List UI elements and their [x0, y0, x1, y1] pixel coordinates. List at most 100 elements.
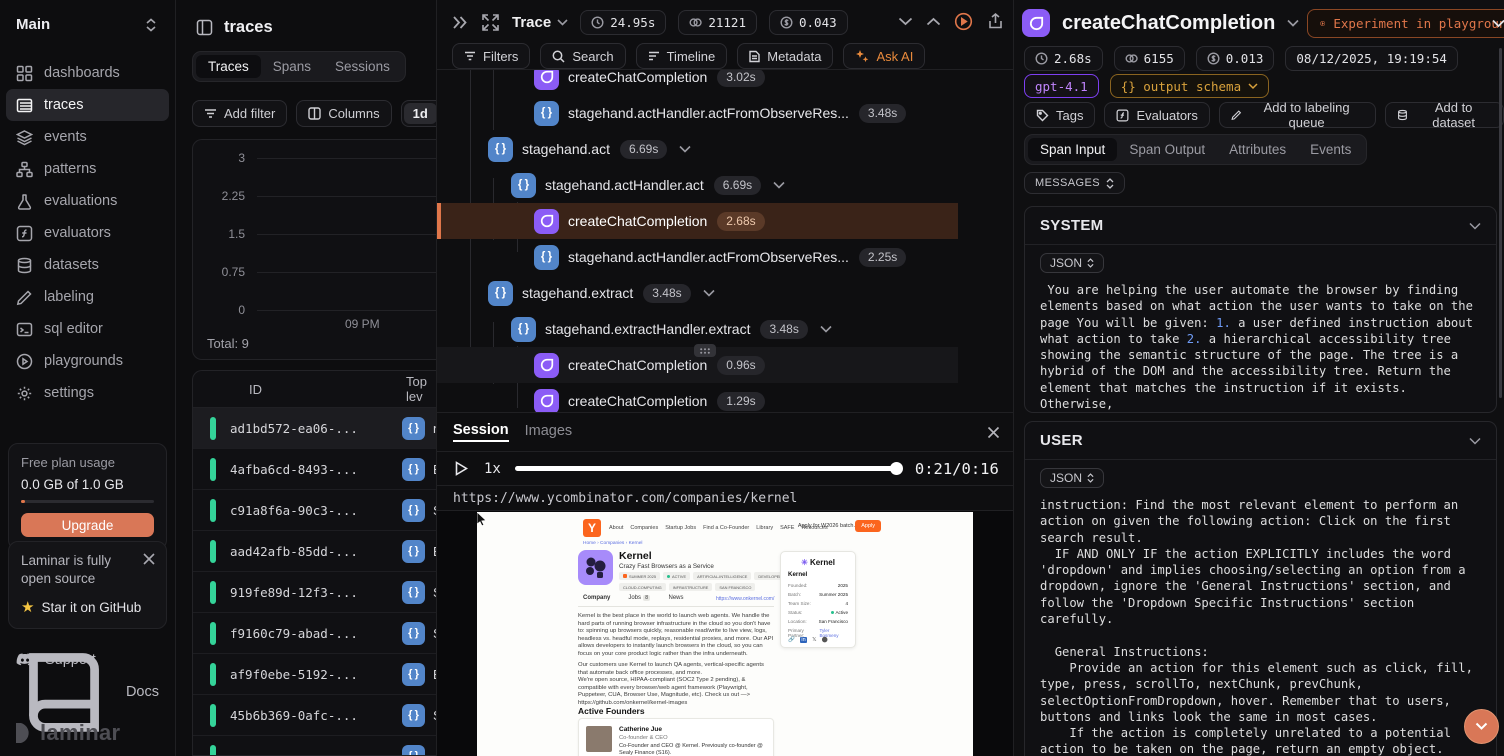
tree-row-actfromobserve[interactable]: { } stagehand.actHandler.actFromObserveR… [437, 95, 958, 131]
expand-icon[interactable] [481, 13, 500, 32]
play-icon[interactable] [455, 461, 468, 476]
tree-row-createchatcompletion-selected[interactable]: createChatCompletion 2.68s [437, 203, 958, 239]
table-row[interactable]: 45b6b369-0afc-... { } S [193, 695, 437, 736]
column-header-id[interactable]: ID [249, 382, 262, 397]
collapse-panel-icon[interactable] [450, 13, 469, 32]
table-row[interactable]: { } [193, 736, 437, 756]
close-icon[interactable] [986, 425, 1001, 440]
tab-traces[interactable]: Traces [196, 55, 261, 78]
docs-link[interactable]: Docs [0, 677, 175, 707]
share-icon[interactable] [986, 12, 1005, 31]
tree-row-stagehand-act[interactable]: { } stagehand.act 6.69s [437, 131, 958, 167]
sidebar-item-labeling[interactable]: labeling [6, 281, 169, 313]
sidebar-item-datasets[interactable]: datasets [6, 249, 169, 281]
columns-button[interactable]: Columns [296, 100, 391, 127]
messages-dropdown[interactable]: MESSAGES [1024, 172, 1125, 194]
timeline-button[interactable]: Timeline [636, 43, 728, 69]
evaluators-button[interactable]: Evaluators [1104, 102, 1209, 128]
tab-sessions[interactable]: Sessions [323, 55, 402, 78]
user-message-header[interactable]: USER [1025, 422, 1496, 460]
sidebar-item-traces[interactable]: traces [6, 89, 169, 121]
tab-events[interactable]: Events [1298, 138, 1363, 161]
scroll-to-bottom-button[interactable] [1464, 709, 1499, 744]
json-format-dropdown[interactable]: JSON [1040, 468, 1104, 488]
sidebar-item-dashboards[interactable]: dashboards [6, 57, 169, 89]
sidebar-item-label: sql editor [44, 321, 103, 337]
slider-knob[interactable] [890, 462, 903, 475]
sidebar-item-settings[interactable]: settings [6, 377, 169, 409]
table-row[interactable]: 919fe89d-12f3-... { } S [193, 572, 437, 613]
add-filter-button[interactable]: Add filter [192, 100, 287, 127]
tags-button[interactable]: Tags [1024, 102, 1095, 128]
panel-scrollbar[interactable] [1499, 48, 1502, 398]
playback-slider[interactable] [515, 466, 901, 471]
add-to-labeling-queue-button[interactable]: Add to labeling queue [1219, 102, 1376, 128]
sidebar-item-events[interactable]: events [6, 121, 169, 153]
table-row[interactable]: aad42afb-85dd-... { } B [193, 531, 437, 572]
metadata-button[interactable]: Metadata [737, 43, 833, 69]
chevron-down-icon[interactable] [1287, 19, 1299, 27]
sidebar-item-evaluators[interactable]: evaluators [6, 217, 169, 249]
search-icon [552, 50, 565, 63]
tree-row-actfromobserve[interactable]: { } stagehand.actHandler.actFromObserveR… [437, 239, 958, 275]
search-button[interactable]: Search [540, 43, 625, 69]
range-1d-button[interactable]: 1d [404, 103, 437, 124]
json-format-dropdown[interactable]: JSON [1040, 253, 1104, 273]
table-row[interactable]: f9160c79-abad-... { } S [193, 613, 437, 654]
play-session-icon[interactable] [954, 12, 973, 31]
tree-row-createchatcompletion[interactable]: createChatCompletion 1.29s [437, 383, 958, 412]
chevron-down-icon[interactable] [820, 323, 832, 335]
column-header-top-level[interactable]: Top lev [406, 374, 437, 404]
chevron-down-icon[interactable] [898, 12, 913, 31]
total-count: Total: 9 [207, 336, 249, 351]
workspace-switcher[interactable]: Main [0, 0, 175, 43]
chevron-down-icon[interactable] [679, 143, 691, 155]
chevron-down-icon[interactable] [703, 287, 715, 299]
filters-button[interactable]: Filters [452, 43, 530, 69]
close-icon[interactable] [142, 552, 156, 566]
ask-ai-button[interactable]: Ask AI [843, 43, 925, 69]
time-range-group[interactable]: 1d D [401, 100, 437, 127]
playback-speed[interactable]: 1x [484, 461, 501, 477]
trace-dropdown[interactable]: Trace [512, 14, 568, 31]
play-circle-icon [1320, 16, 1325, 31]
filter-icon [204, 108, 217, 119]
table-row[interactable]: af9f0ebe-5192-... { } B [193, 654, 437, 695]
upgrade-button[interactable]: Upgrade [21, 513, 154, 537]
output-schema-badge[interactable]: {} output schema [1110, 74, 1269, 98]
tab-attributes[interactable]: Attributes [1217, 138, 1298, 161]
panel-resize-handle[interactable] [694, 344, 716, 357]
y-tick: 0.75 [193, 265, 245, 279]
tab-span-output[interactable]: Span Output [1117, 138, 1217, 161]
chevron-down-icon [1475, 722, 1488, 731]
llm-span-icon [534, 70, 559, 90]
experiment-playground-button[interactable]: Experiment in playground [1307, 9, 1504, 38]
tab-span-input[interactable]: Span Input [1028, 138, 1117, 161]
add-to-dataset-button[interactable]: Add to dataset [1385, 102, 1504, 128]
tab-images[interactable]: Images [525, 423, 573, 441]
panel-split-icon[interactable] [196, 19, 213, 36]
sidebar-item-evaluations[interactable]: evaluations [6, 185, 169, 217]
tree-row-acthandler-act[interactable]: { } stagehand.actHandler.act 6.69s [437, 167, 958, 203]
table-row[interactable]: c91a8f6a-90c3-... { } S [193, 490, 437, 531]
table-row[interactable]: 4afba6cd-8493-... { } B [193, 449, 437, 490]
system-message-header[interactable]: SYSTEM [1025, 207, 1496, 245]
founder-role: Co-founder & CEO [619, 735, 668, 741]
chevron-down-icon[interactable] [1492, 19, 1504, 28]
sidebar-item-patterns[interactable]: patterns [6, 153, 169, 185]
chevron-up-icon[interactable] [926, 12, 941, 31]
sidebar-item-playgrounds[interactable]: playgrounds [6, 345, 169, 377]
sidebar-item-sql-editor[interactable]: sql editor [6, 313, 169, 345]
tab-spans[interactable]: Spans [261, 55, 323, 78]
docs-label: Docs [126, 684, 159, 700]
code-span-icon: { } [534, 101, 559, 126]
tab-session[interactable]: Session [453, 422, 509, 442]
chevron-down-icon[interactable] [773, 179, 785, 191]
session-header: Session Images [437, 412, 1013, 452]
tree-row-stagehand-extract[interactable]: { } stagehand.extract 3.48s [437, 275, 958, 311]
tree-row-extracthandler[interactable]: { } stagehand.extractHandler.extract 3.4… [437, 311, 958, 347]
tree-row-createchatcompletion[interactable]: createChatCompletion 3.02s [437, 70, 958, 95]
github-star-link[interactable]: ★ Star it on GitHub [21, 598, 154, 616]
traces-panel: traces Traces Spans Sessions Add filter … [176, 0, 437, 756]
table-row[interactable]: ad1bd572-ea06-... { } n [193, 408, 437, 449]
